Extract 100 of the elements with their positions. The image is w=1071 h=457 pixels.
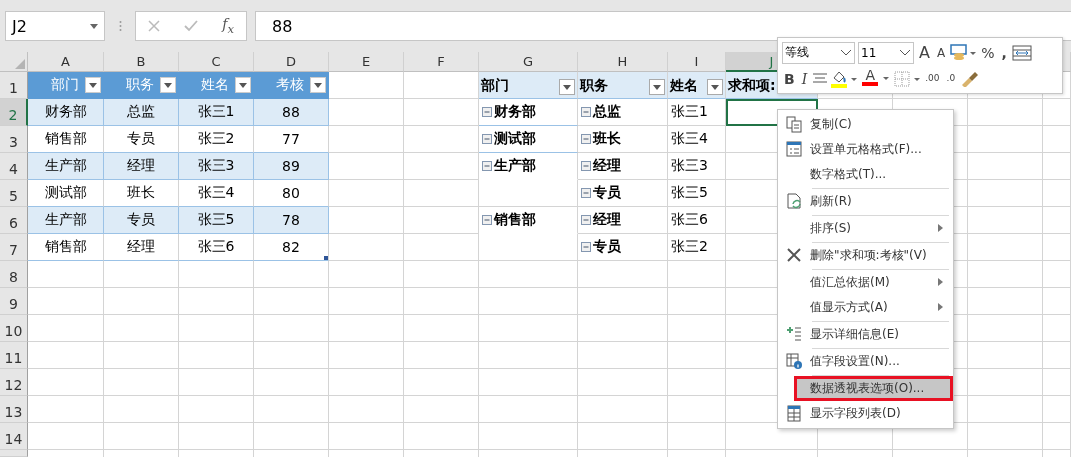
menu-item[interactable]: 值汇总依据(M) (778, 270, 953, 295)
column-header[interactable]: I (668, 52, 726, 72)
table-cell: 经理 (104, 234, 179, 261)
menu-item[interactable]: 删除"求和项:考核"(V) (778, 243, 953, 270)
collapse-icon[interactable] (581, 134, 591, 144)
resize-handle[interactable] (324, 256, 328, 260)
collapse-icon[interactable] (482, 161, 492, 171)
row-header[interactable]: 4 (0, 153, 28, 180)
decrease-font-size-button[interactable]: A (934, 41, 948, 64)
collapse-icon[interactable] (581, 215, 591, 225)
accounting-format-icon[interactable] (950, 43, 977, 62)
row-header[interactable]: 10 (0, 315, 28, 342)
column-header[interactable]: G (479, 52, 578, 72)
row-header[interactable]: 5 (0, 180, 28, 207)
increase-decimal-button[interactable]: .00 (923, 67, 942, 90)
grip-icon (118, 20, 122, 32)
name-box[interactable]: J2 (5, 11, 105, 41)
menu-item[interactable]: 数字格式(T)... (778, 162, 953, 189)
filter-dropdown-button[interactable] (85, 77, 101, 93)
row-header[interactable]: 6 (0, 207, 28, 234)
collapse-icon[interactable] (482, 134, 492, 144)
filter-dropdown-button[interactable] (707, 79, 723, 95)
menu-item[interactable]: 显示字段列表(D) (778, 401, 953, 426)
formula-field[interactable]: 88 (255, 11, 1071, 41)
insert-function-button[interactable]: f$_{x}$ (222, 16, 234, 36)
collapse-icon[interactable] (581, 188, 591, 198)
font-size: 11 (861, 45, 877, 60)
row-header[interactable]: 11 (0, 342, 28, 369)
menu-item[interactable]: 排序(S) (778, 216, 953, 243)
menu-item[interactable]: 复制(C) (778, 112, 953, 137)
pivot-label-text: 专员 (593, 238, 621, 256)
filter-dropdown-button[interactable] (310, 77, 326, 93)
row-header[interactable]: 7 (0, 234, 28, 261)
dropdown-caret-icon[interactable] (883, 76, 892, 81)
increase-font-size-button[interactable]: A (917, 41, 932, 64)
table-cell: 总监 (104, 99, 179, 126)
collapse-icon[interactable] (581, 242, 591, 252)
show-details-icon (786, 326, 802, 343)
dropdown-caret-icon (314, 82, 322, 88)
row-header[interactable] (0, 450, 28, 457)
filter-dropdown-button[interactable] (235, 77, 251, 93)
row-header[interactable]: 1 (0, 72, 28, 99)
row-header[interactable]: 2 (0, 99, 28, 126)
decrease-decimal-button[interactable]: .0 (944, 67, 958, 90)
menu-item[interactable]: 刷新(R) (778, 189, 953, 216)
column-header[interactable]: C (179, 52, 254, 72)
collapse-icon[interactable] (581, 161, 591, 171)
column-header[interactable]: D (254, 52, 329, 72)
header-label: 部门 (481, 77, 509, 95)
filter-dropdown-button[interactable] (160, 77, 176, 93)
chevron-down-icon (899, 49, 911, 56)
pivot-label-text: 经理 (593, 157, 621, 175)
pivot-label-text: 班长 (593, 130, 621, 148)
close-icon (786, 247, 802, 264)
header-label: 部门 (51, 76, 79, 94)
pivot-label-text: 专员 (593, 184, 621, 202)
table-cell: 张三6 (179, 234, 254, 261)
row-header[interactable]: 8 (0, 261, 28, 288)
font-size-field[interactable]: 11 (858, 41, 914, 64)
refresh-icon (786, 193, 802, 210)
table-cell: 经理 (104, 153, 179, 180)
header-label: 职务 (126, 76, 154, 94)
submenu-arrow-icon (938, 278, 943, 286)
column-header[interactable]: B (104, 52, 179, 72)
format-painter-icon[interactable] (960, 70, 979, 87)
checkmark-icon[interactable] (184, 20, 199, 32)
comma-style-button[interactable]: , (999, 41, 1009, 64)
header-label: 职务 (580, 77, 608, 95)
fill-color-icon[interactable] (831, 69, 858, 88)
font-color-button[interactable]: A (860, 67, 881, 90)
filter-dropdown-button[interactable] (649, 79, 665, 95)
row-header[interactable]: 3 (0, 126, 28, 153)
menu-item[interactable]: 设置单元格格式(F)... (778, 137, 953, 162)
collapse-icon[interactable] (482, 107, 492, 117)
column-header[interactable]: H (578, 52, 668, 72)
row-header[interactable]: 14 (0, 423, 28, 450)
filter-dropdown-button[interactable] (559, 79, 575, 95)
column-header[interactable]: E (329, 52, 404, 72)
dropdown-caret-icon (239, 82, 247, 88)
percent-style-button[interactable]: % (979, 41, 997, 64)
column-header[interactable]: F (404, 52, 479, 72)
row-header[interactable]: 13 (0, 396, 28, 423)
select-all-icon[interactable] (15, 59, 25, 69)
column-header[interactable]: A (28, 52, 104, 72)
table-cell: 张三5 (179, 207, 254, 234)
row-header[interactable]: 9 (0, 288, 28, 315)
menu-item[interactable]: 显示详细信息(E) (778, 322, 953, 349)
cancel-icon[interactable] (148, 20, 161, 32)
align-center-icon[interactable] (812, 72, 829, 85)
copy-icon (786, 116, 802, 133)
menu-item[interactable]: 数据透视表选项(O)... (794, 376, 953, 401)
menu-item[interactable]: 值字段设置(N)... (778, 349, 953, 376)
table-cell: 张三3 (179, 153, 254, 180)
wrap-text-icon[interactable] (1011, 44, 1032, 61)
collapse-icon[interactable] (581, 107, 591, 117)
menu-item[interactable]: 值显示方式(A) (778, 295, 953, 322)
row-header[interactable]: 12 (0, 369, 28, 396)
collapse-icon[interactable] (482, 215, 492, 225)
pivot-label-text: 总监 (593, 103, 621, 121)
font-name-field[interactable]: 等线 (782, 41, 855, 64)
